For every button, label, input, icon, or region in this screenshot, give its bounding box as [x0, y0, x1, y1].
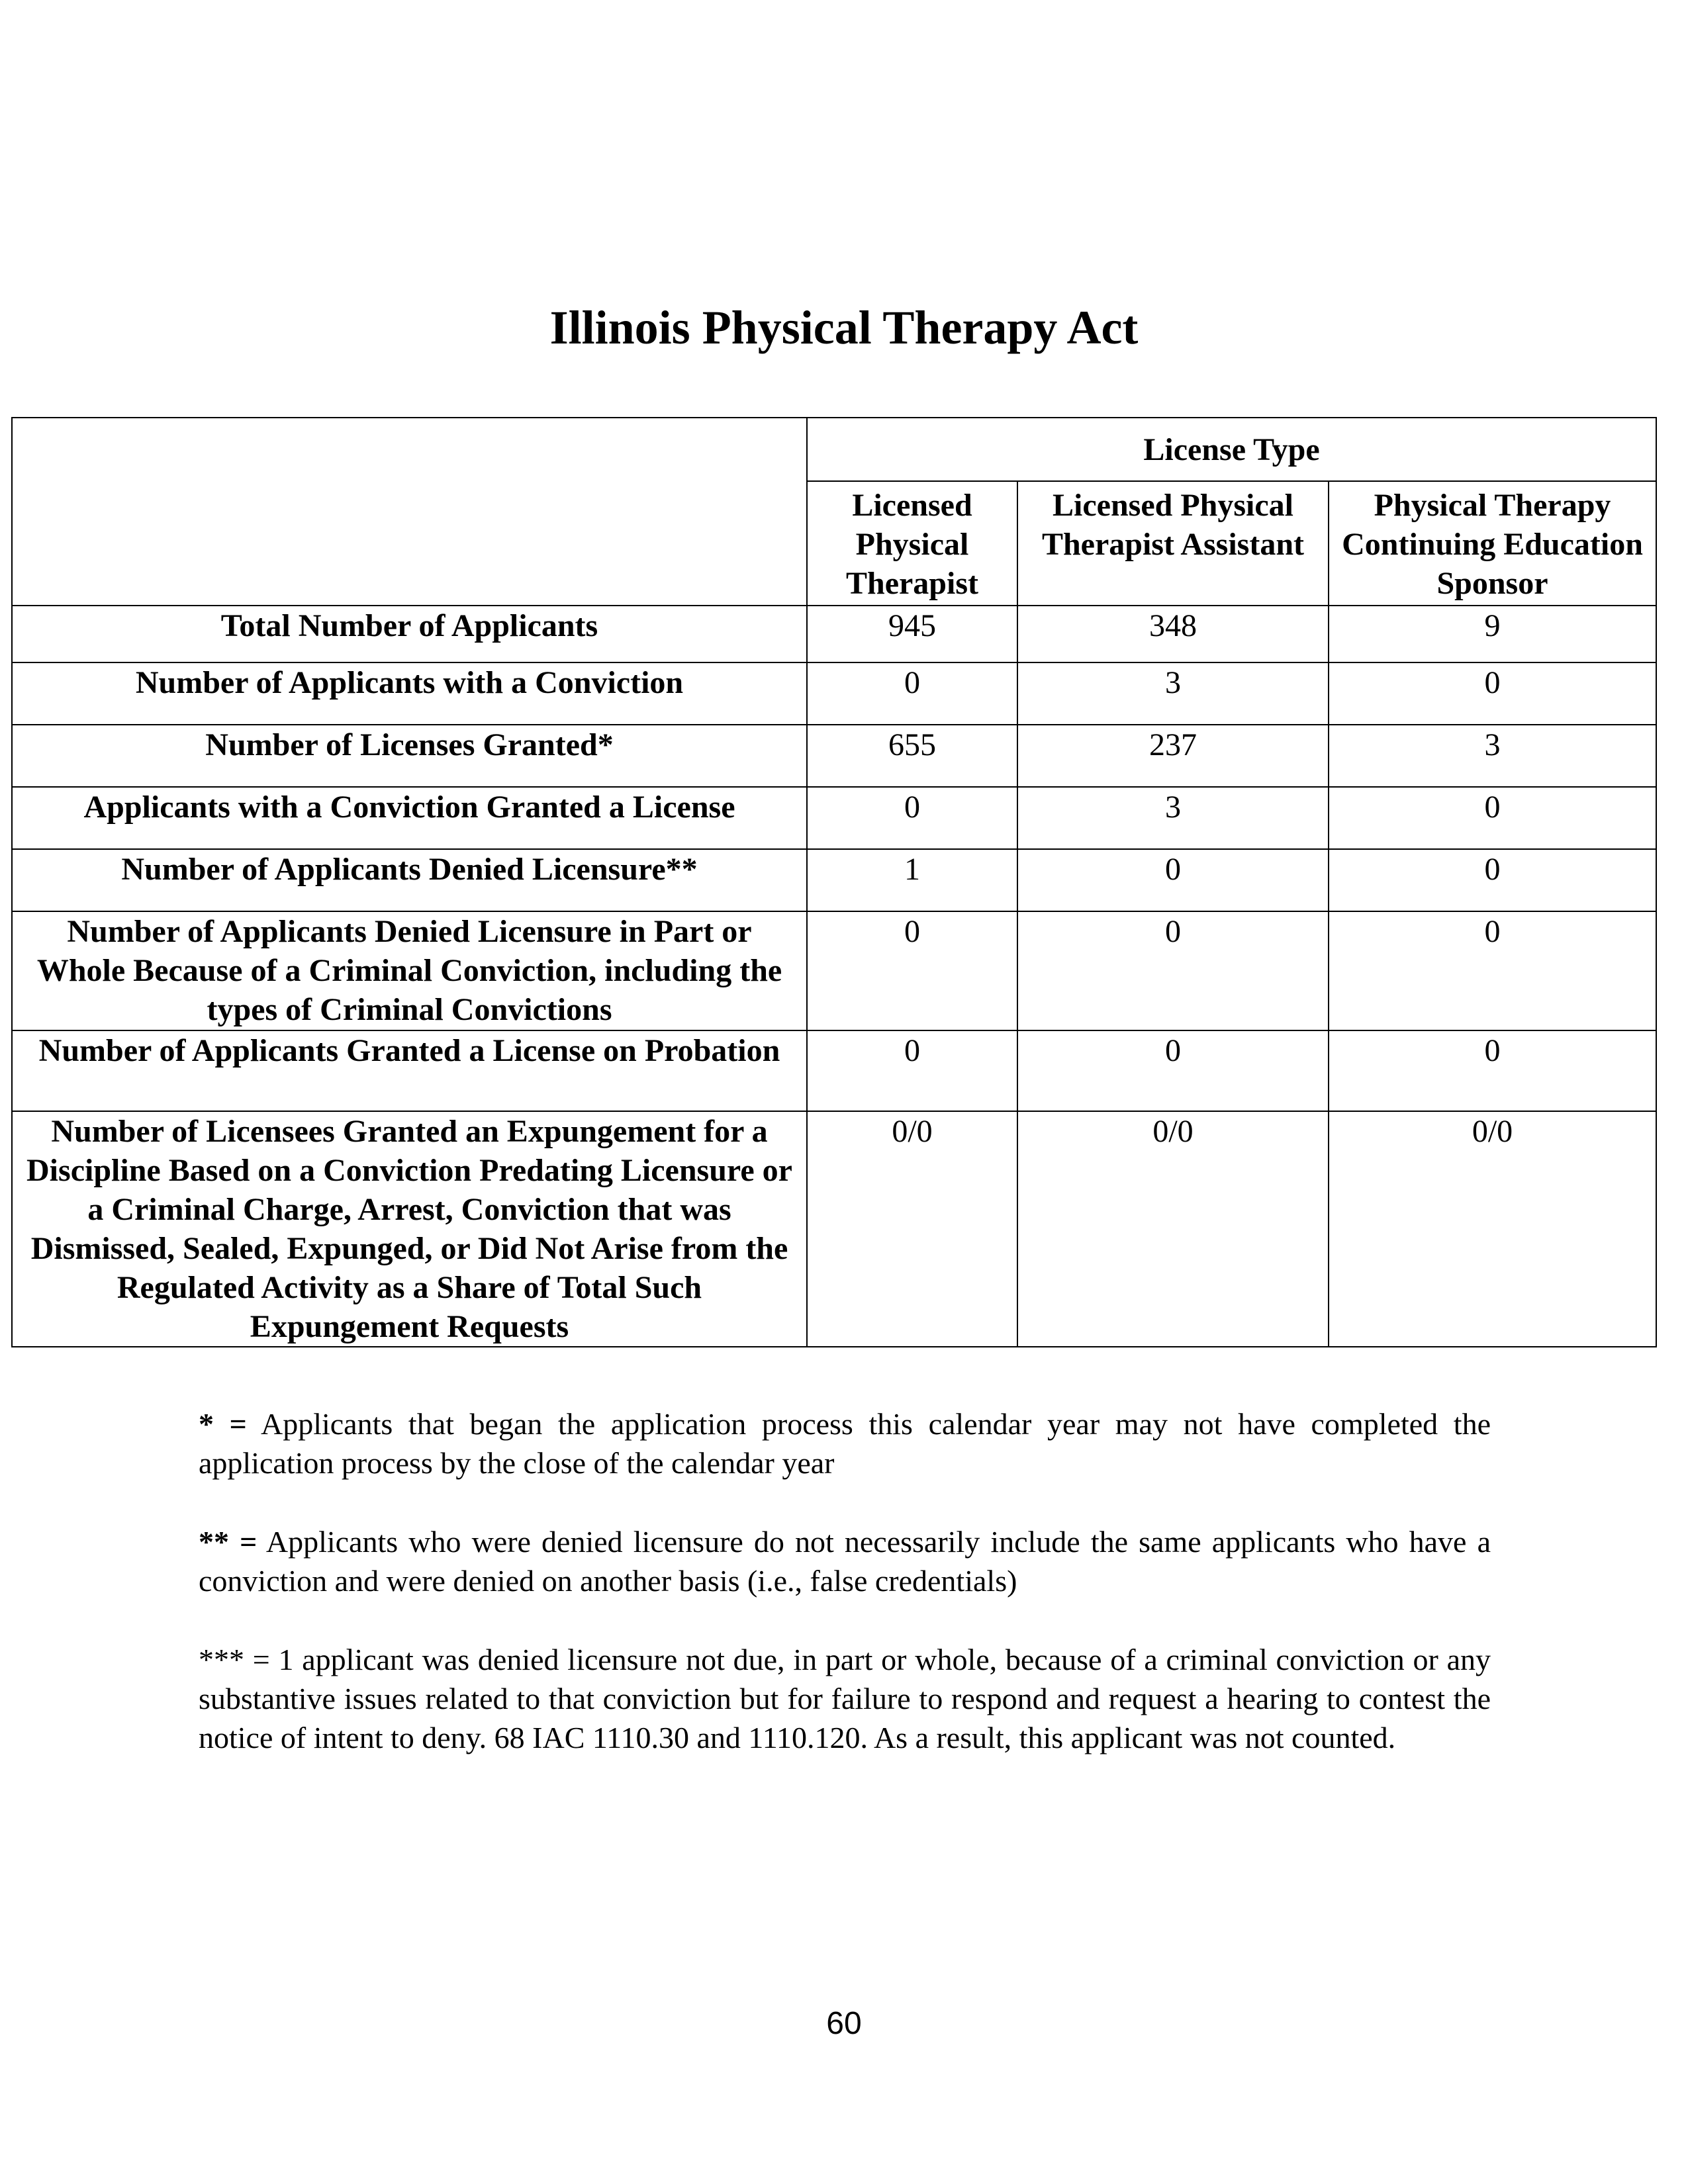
footnote-double-asterisk: ** = Applicants who were denied licensur…: [199, 1522, 1491, 1600]
table-cell: 0: [1017, 911, 1329, 1031]
table-cell: 0: [1327, 662, 1658, 725]
table-cell: 0: [1017, 1030, 1329, 1112]
table-cell: 0: [806, 786, 1018, 850]
table-cell: 0: [806, 911, 1018, 1031]
table-cell: 1: [806, 848, 1018, 912]
row-label: Number of Applicants Denied Licensure**: [11, 848, 808, 912]
table-cell: 0: [1327, 1030, 1658, 1112]
license-statistics-table: License Type Licensed Physical Therapist…: [11, 417, 1658, 1347]
table-cell: 655: [806, 724, 1018, 788]
column-header-continuing-education-sponsor: Physical Therapy Continuing Education Sp…: [1327, 480, 1658, 606]
footnote-triple-asterisk: *** = 1 applicant was denied licensure n…: [199, 1640, 1491, 1757]
table-cell: 3: [1017, 662, 1329, 725]
table-header-row: License Type: [11, 417, 1658, 606]
table-cell: 237: [1017, 724, 1329, 788]
table-row: Number of Applicants Granted a License o…: [11, 1030, 1658, 1112]
row-label: Number of Applicants Denied Licensure in…: [11, 911, 808, 1031]
footnote-mark: * =: [199, 1407, 247, 1441]
table-cell: 3: [1017, 786, 1329, 850]
footnote-text: Applicants who were denied licensure do …: [199, 1525, 1491, 1598]
footnote-mark: ** =: [199, 1525, 258, 1559]
table-cell: 0: [1327, 786, 1658, 850]
table-cell: 0: [1327, 848, 1658, 912]
table-row: Total Number of Applicants 945 348 9: [11, 605, 1658, 663]
table-cell: 0/0: [806, 1111, 1018, 1347]
footnote-text: *** = 1 applicant was denied licensure n…: [199, 1643, 1491, 1754]
table-cell: 0: [806, 1030, 1018, 1112]
table-cell: 0/0: [1327, 1111, 1658, 1347]
table-row: Number of Licensees Granted an Expungeme…: [11, 1111, 1658, 1347]
table-cell: 3: [1327, 724, 1658, 788]
row-label: Number of Applicants Granted a License o…: [11, 1030, 808, 1112]
license-type-header: License Type: [806, 417, 1658, 482]
row-label: Number of Applicants with a Conviction: [11, 662, 808, 725]
header-blank-cell: [11, 417, 808, 606]
page-number: 60: [826, 2006, 862, 2041]
table-cell: 0/0: [1017, 1111, 1329, 1347]
table-row: Number of Applicants Denied Licensure in…: [11, 911, 1658, 1031]
table-cell: 0: [806, 662, 1018, 725]
row-label: Number of Licenses Granted*: [11, 724, 808, 788]
page-title: Illinois Physical Therapy Act: [549, 301, 1139, 354]
table-row: Number of Applicants Denied Licensure** …: [11, 848, 1658, 912]
footnotes: * = Applicants that began the applicatio…: [199, 1404, 1491, 1797]
footnote-text: Applicants that began the application pr…: [199, 1407, 1491, 1480]
table-cell: 945: [806, 605, 1018, 663]
table-cell: 0: [1327, 911, 1658, 1031]
table-row: Number of Applicants with a Conviction 0…: [11, 662, 1658, 725]
row-label: Total Number of Applicants: [11, 605, 808, 663]
table-cell: 9: [1327, 605, 1658, 663]
row-label: Number of Licensees Granted an Expungeme…: [11, 1111, 808, 1347]
column-header-licensed-physical-therapist-assistant: Licensed Physical Therapist Assistant: [1017, 480, 1329, 606]
table-row: Number of Licenses Granted* 655 237 3: [11, 724, 1658, 788]
row-label: Applicants with a Conviction Granted a L…: [11, 786, 808, 850]
table-cell: 0: [1017, 848, 1329, 912]
table-row: Applicants with a Conviction Granted a L…: [11, 786, 1658, 850]
table-cell: 348: [1017, 605, 1329, 663]
footnote-single-asterisk: * = Applicants that began the applicatio…: [199, 1404, 1491, 1482]
column-header-licensed-physical-therapist: Licensed Physical Therapist: [806, 480, 1018, 606]
